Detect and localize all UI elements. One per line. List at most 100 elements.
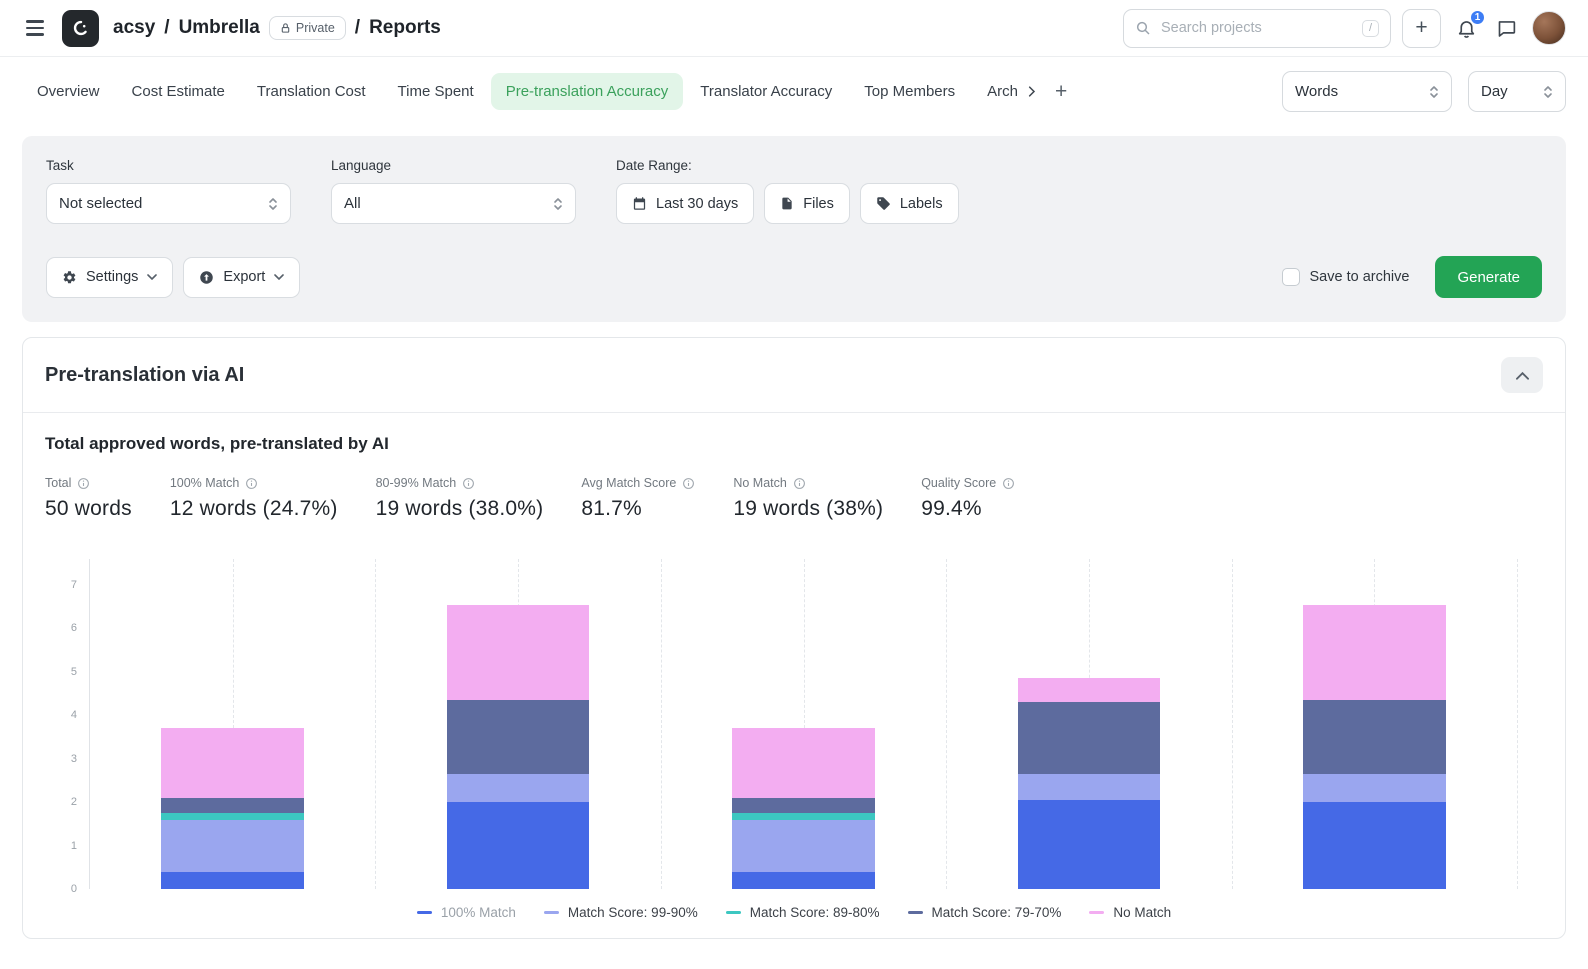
legend-item-100-match[interactable]: 100% Match <box>417 905 516 920</box>
language-select[interactable]: All <box>331 183 576 224</box>
breadcrumb-project[interactable]: Umbrella <box>179 17 260 39</box>
bar-segment-match-score-99-90[interactable] <box>732 820 875 872</box>
period-select[interactable]: Day <box>1468 71 1566 112</box>
y-tick-label: 4 <box>71 709 77 721</box>
breadcrumb-separator: / <box>164 17 169 39</box>
search-input[interactable] <box>1159 19 1354 37</box>
bar-segment-no-match[interactable] <box>161 728 304 797</box>
settings-button-label: Settings <box>86 269 138 285</box>
stat-label: Total <box>45 476 71 490</box>
chart-y-axis: 01234567 <box>45 559 89 889</box>
bar-segment-100-match[interactable] <box>447 802 590 889</box>
lock-icon <box>280 22 291 34</box>
breadcrumb-separator: / <box>355 17 360 39</box>
tab-time-spent[interactable]: Time Spent <box>383 73 489 110</box>
labels-filter-button[interactable]: Labels <box>860 183 959 224</box>
legend-marker <box>417 911 432 914</box>
files-filter-button[interactable]: Files <box>764 183 850 224</box>
caret-down-icon <box>274 274 284 280</box>
add-tab-button[interactable]: + <box>1045 76 1077 108</box>
legend-marker <box>1089 911 1104 914</box>
unit-select[interactable]: Words <box>1282 71 1452 112</box>
bar-segment-match-score-99-90[interactable] <box>1018 774 1161 800</box>
stacked-bar-5[interactable] <box>1303 605 1446 889</box>
stacked-bar-2[interactable] <box>447 605 590 889</box>
bar-segment-no-match[interactable] <box>732 728 875 797</box>
tab-top-members[interactable]: Top Members <box>849 73 970 110</box>
bar-segment-match-score-99-90[interactable] <box>161 820 304 872</box>
legend-label: Match Score: 79-70% <box>932 905 1062 920</box>
legend-item-match-score-99-90[interactable]: Match Score: 99-90% <box>544 905 698 920</box>
bar-segment-no-match[interactable] <box>447 605 590 701</box>
bar-segment-100-match[interactable] <box>1303 802 1446 889</box>
bar-segment-100-match[interactable] <box>161 872 304 889</box>
tab-arch[interactable]: Arch <box>972 73 1018 110</box>
export-icon <box>199 270 214 285</box>
bar-segment-match-score-79-70[interactable] <box>161 798 304 813</box>
search-shortcut-key: / <box>1362 20 1379 37</box>
period-select-value: Day <box>1481 83 1508 100</box>
legend-item-match-score-89-80[interactable]: Match Score: 89-80% <box>726 905 880 920</box>
bar-segment-no-match[interactable] <box>1018 678 1161 702</box>
search-projects-box[interactable]: / <box>1123 9 1391 48</box>
hamburger-menu-icon[interactable] <box>22 16 48 39</box>
bar-segment-100-match[interactable] <box>1018 800 1161 889</box>
bar-segment-no-match[interactable] <box>1303 605 1446 701</box>
tabs-scroll-right-button[interactable] <box>1020 80 1043 103</box>
tab-pre-translation-accuracy[interactable]: Pre-translation Accuracy <box>491 73 684 110</box>
tab-translation-cost[interactable]: Translation Cost <box>242 73 381 110</box>
user-avatar[interactable] <box>1532 11 1566 45</box>
generate-button[interactable]: Generate <box>1435 256 1542 298</box>
stacked-bar-4[interactable] <box>1018 678 1161 889</box>
info-icon <box>462 477 475 490</box>
stacked-bar-chart: 01234567 <box>45 559 1543 889</box>
stats-row: Total50 words100% Match12 words (24.7%)8… <box>45 476 1543 521</box>
select-caret-icon <box>553 197 563 211</box>
date-range-label: Date Range: <box>616 158 959 173</box>
bar-segment-match-score-79-70[interactable] <box>732 798 875 813</box>
save-to-archive-label: Save to archive <box>1310 269 1410 285</box>
tab-translator-accuracy[interactable]: Translator Accuracy <box>685 73 847 110</box>
save-to-archive-checkbox[interactable] <box>1282 268 1300 286</box>
stat-label: No Match <box>733 476 787 490</box>
task-label: Task <box>46 158 291 173</box>
bar-segment-match-score-79-70[interactable] <box>1303 700 1446 774</box>
y-tick-label: 3 <box>71 753 77 765</box>
notifications-button[interactable]: 1 <box>1452 14 1481 43</box>
stacked-bar-1[interactable] <box>161 728 304 889</box>
chart-legend: 100% Match Match Score: 99-90% Match Score… <box>45 905 1543 928</box>
date-range-button[interactable]: Last 30 days <box>616 183 754 224</box>
create-project-button[interactable]: + <box>1402 9 1441 48</box>
tab-cost-estimate[interactable]: Cost Estimate <box>117 73 240 110</box>
collapse-section-button[interactable] <box>1501 357 1543 393</box>
legend-label: 100% Match <box>441 905 516 920</box>
select-caret-icon <box>268 197 278 211</box>
chevron-up-icon <box>1516 371 1529 380</box>
legend-label: No Match <box>1113 905 1171 920</box>
stat-value: 19 words (38%) <box>733 497 883 521</box>
chat-bubble-icon <box>1496 18 1517 39</box>
bar-segment-100-match[interactable] <box>732 872 875 889</box>
bar-segment-match-score-99-90[interactable] <box>1303 774 1446 802</box>
legend-item-match-score-79-70[interactable]: Match Score: 79-70% <box>908 905 1062 920</box>
bar-segment-match-score-79-70[interactable] <box>447 700 590 774</box>
tab-overview[interactable]: Overview <box>22 73 115 110</box>
breadcrumb-org[interactable]: acsy <box>113 17 155 39</box>
bar-segment-match-score-99-90[interactable] <box>447 774 590 802</box>
task-select[interactable]: Not selected <box>46 183 291 224</box>
bar-column-4 <box>946 559 1231 889</box>
report-card: Pre-translation via AI Total approved wo… <box>22 337 1566 939</box>
settings-button[interactable]: Settings <box>46 257 173 298</box>
bar-segment-match-score-79-70[interactable] <box>1018 702 1161 774</box>
stat-avg-match-score: Avg Match Score81.7% <box>581 476 695 521</box>
export-button[interactable]: Export <box>183 257 300 298</box>
stacked-bar-3[interactable] <box>732 728 875 889</box>
bar-column-5 <box>1232 559 1517 889</box>
save-to-archive-control: Save to archive <box>1282 268 1410 286</box>
legend-item-no-match[interactable]: No Match <box>1089 905 1171 920</box>
info-icon <box>77 477 90 490</box>
search-icon <box>1135 20 1151 36</box>
filters-panel: Task Not selected Language All Date Rang… <box>22 136 1566 322</box>
messages-button[interactable] <box>1492 14 1521 43</box>
app-logo[interactable] <box>62 10 99 47</box>
